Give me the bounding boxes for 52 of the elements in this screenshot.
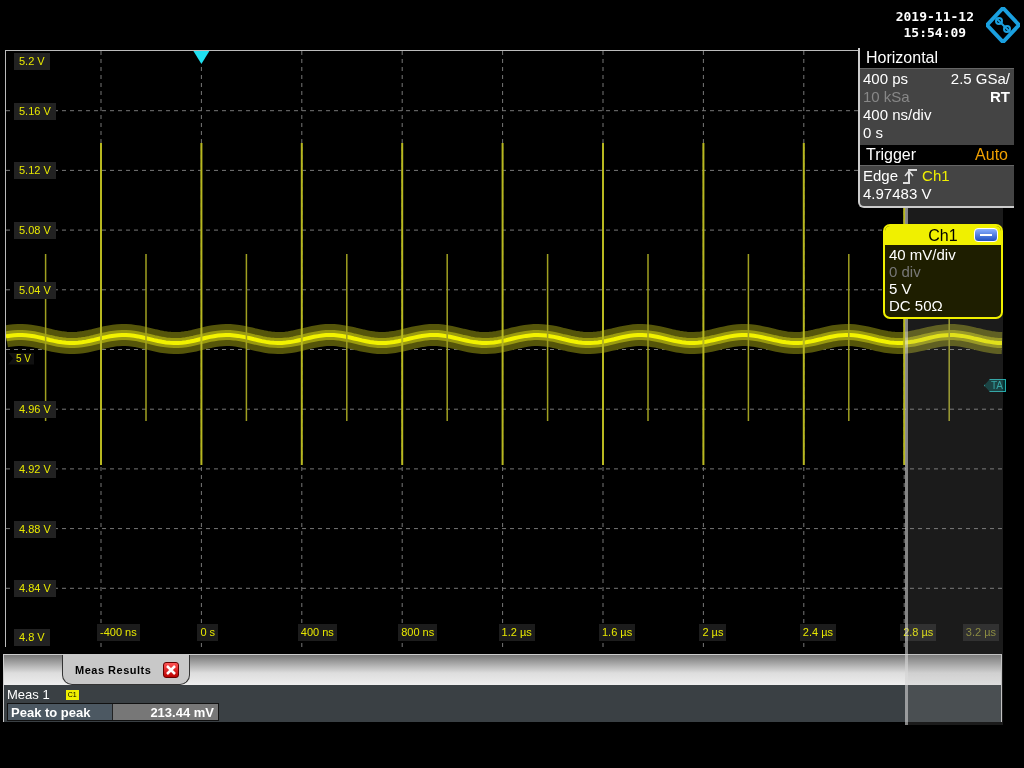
date-text: 2019-11-12	[895, 9, 974, 25]
panel-title: Horizontal	[866, 49, 939, 67]
y-axis-label: 4.8 V	[14, 629, 50, 646]
acquisition-mode-value: RT	[990, 88, 1010, 106]
y-axis-label: 5.08 V	[14, 222, 56, 240]
x-axis-label: -400 ns	[97, 624, 140, 641]
trigger-type-value: Edge	[863, 167, 899, 185]
minimize-button[interactable]	[974, 228, 998, 242]
y-axis-label: 4.84 V	[14, 580, 56, 598]
vertical-scale-value: 40 mV/div	[889, 246, 956, 263]
x-axis-label: 3.2 µs	[962, 624, 999, 641]
y-axis-label: 4.88 V	[14, 520, 56, 538]
sample-rate-value: 2.5 GSa/	[950, 70, 1010, 88]
time-text: 15:54:09	[903, 25, 967, 41]
position-value: 0 s	[863, 124, 883, 142]
x-axis-label: 0 s	[197, 624, 219, 641]
result-label: Peak to peak	[8, 704, 113, 720]
y-axis-label: 4.92 V	[14, 460, 56, 478]
measurement-title: Meas 1	[7, 687, 50, 702]
x-axis-label: 2 µs	[699, 624, 727, 641]
trigger-level-marker: TA	[984, 379, 1007, 392]
trigger-source-value: Ch1	[922, 167, 950, 185]
time-scale-value: 400 ns/div	[863, 106, 932, 124]
trigger-mode-value: Auto	[975, 146, 1008, 164]
x-axis-label: 800 ns	[398, 624, 438, 641]
result-value: 213.44 mV	[113, 704, 218, 720]
panel-title: Trigger	[866, 146, 917, 164]
x-axis-label: 1.6 µs	[599, 624, 636, 641]
meas-results-tab[interactable]: Meas Results	[62, 655, 191, 685]
trigger-level-value: 4.97483 V	[863, 185, 932, 203]
x-axis-label: 400 ns	[297, 624, 337, 641]
y-axis-label: 5.04 V	[14, 281, 56, 299]
channel-panel[interactable]: Ch1 40 mV/div 0 div 5 V DC 50Ω	[883, 224, 1003, 319]
rising-edge-icon	[902, 168, 919, 184]
y-axis-label: 5.2 V	[14, 53, 50, 70]
y-axis-label: 4.96 V	[14, 401, 56, 419]
x-axis-label: 1.2 µs	[498, 624, 535, 641]
y-axis-label: 5.16 V	[14, 102, 56, 120]
offset-value: 0 div	[889, 263, 921, 280]
x-axis-label: 2.4 µs	[799, 624, 836, 641]
channel-title: Ch1	[928, 227, 958, 244]
trigger-position-icon	[193, 51, 210, 64]
offset-marker: 5 V	[8, 352, 34, 365]
x-axis-label: 2.8 µs	[900, 624, 937, 641]
record-length-value: 10 kSa	[863, 88, 910, 106]
close-button[interactable]	[163, 661, 180, 678]
y-axis-label: 5.12 V	[14, 162, 56, 180]
horizontal-panel[interactable]: Horizontal 400 ps 2.5 GSa/ 10 kSa RT 400 ns/div 0 s Trigger Auto Edge Ch1 4.97483 V	[858, 48, 1014, 208]
channel-position-value: 5 V	[889, 280, 912, 297]
coupling-value: DC 50Ω	[889, 297, 943, 314]
diamond-logo-icon	[986, 7, 1020, 43]
resolution-value: 400 ps	[863, 70, 909, 88]
